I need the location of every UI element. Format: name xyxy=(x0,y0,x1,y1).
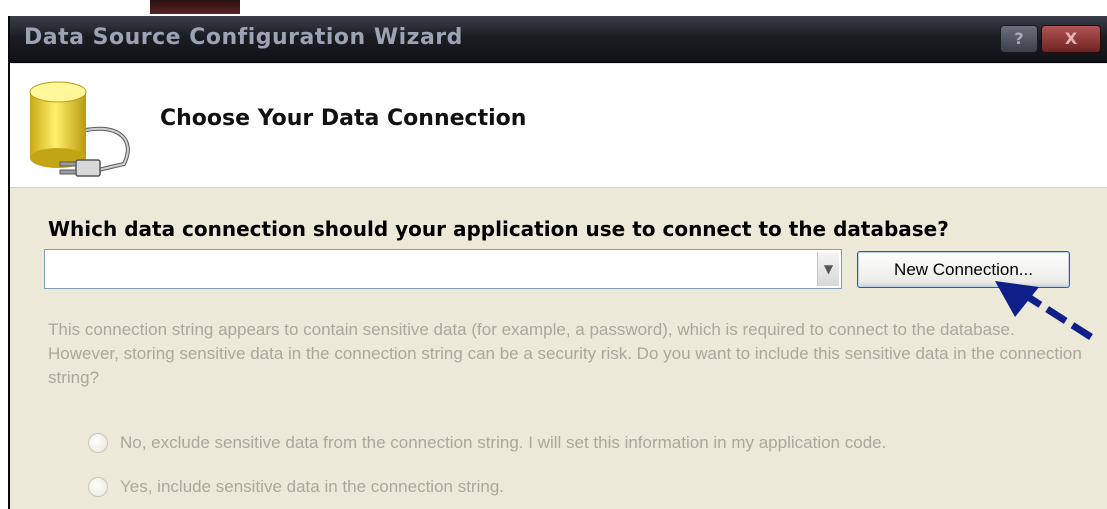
chevron-down-icon[interactable]: ▼ xyxy=(817,252,839,286)
page-title: Choose Your Data Connection xyxy=(160,106,527,131)
connection-question-label: Which data connection should your applic… xyxy=(48,217,949,241)
connection-dropdown[interactable]: ▼ xyxy=(44,249,842,289)
close-button[interactable]: X xyxy=(1041,25,1101,53)
background-strip xyxy=(0,0,1107,16)
window-title: Data Source Configuration Wizard xyxy=(24,25,463,50)
radio-label: Yes, include sensitive data in the conne… xyxy=(120,477,505,496)
wizard-content: Which data connection should your applic… xyxy=(10,189,1107,509)
radio-button[interactable] xyxy=(88,477,108,497)
database-plug-icon xyxy=(29,81,130,177)
radio-include-sensitive[interactable]: Yes, include sensitive data in the conne… xyxy=(88,474,504,500)
sensitive-data-warning: This connection string appears to contai… xyxy=(48,320,1082,387)
help-button[interactable]: ? xyxy=(1000,25,1038,53)
title-bar[interactable]: Data Source Configuration Wizard ? X xyxy=(10,16,1107,63)
radio-button[interactable] xyxy=(88,433,108,453)
wizard-header: Choose Your Data Connection xyxy=(10,64,1107,188)
wizard-dialog: Data Source Configuration Wizard ? X Cho… xyxy=(8,16,1107,509)
background-window-fragment xyxy=(150,0,240,14)
radio-label: No, exclude sensitive data from the conn… xyxy=(120,433,887,452)
radio-exclude-sensitive[interactable]: No, exclude sensitive data from the conn… xyxy=(88,430,886,456)
